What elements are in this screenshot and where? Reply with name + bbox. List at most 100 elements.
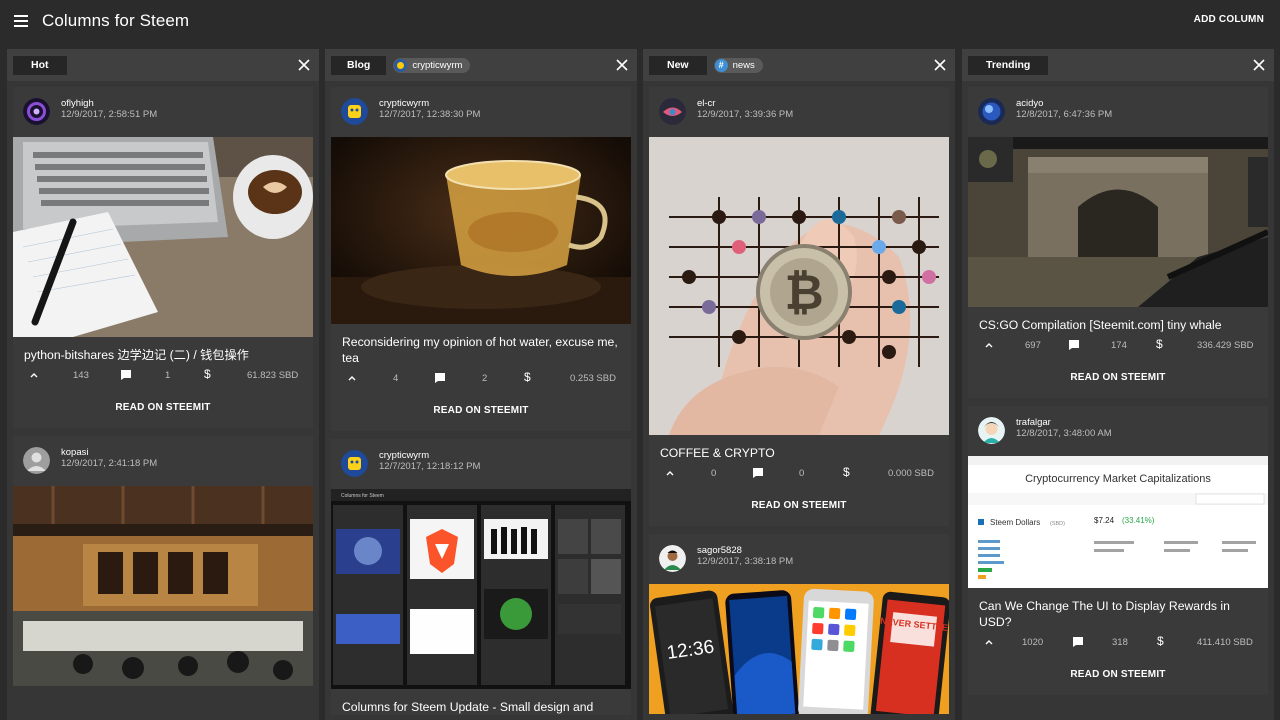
column-header: Blog crypticwyrm	[325, 49, 637, 81]
post-thumbnail[interactable]: 12:36 NEVER SETTLE	[649, 584, 949, 714]
post-card: acidyo 12/8/2017, 6:47:36 PM CS:GO Compi…	[968, 87, 1268, 398]
comment-count: 1	[165, 370, 171, 381]
post-card: oflyhigh 12/9/2017, 2:58:51 PM python-bi…	[13, 87, 313, 428]
post-card: kopasi 12/9/2017, 2:41:18 PM	[13, 436, 313, 686]
account-chip[interactable]: crypticwyrm	[393, 57, 471, 73]
thumb-brand-text: Columns for Steem	[341, 493, 384, 499]
close-column-icon[interactable]	[933, 58, 947, 72]
add-column-button[interactable]: ADD COLUMN	[1194, 14, 1264, 25]
author-name[interactable]: crypticwyrm	[379, 98, 429, 109]
column-header: Hot	[7, 49, 319, 81]
post-time: 12/9/2017, 2:58:51 PM	[61, 109, 158, 120]
column-title[interactable]: Hot	[13, 55, 67, 75]
post-stats: 1020 318 $ 411.410 SBD	[968, 631, 1268, 655]
author-avatar[interactable]	[659, 98, 686, 125]
comment-icon[interactable]	[1072, 636, 1084, 648]
read-on-steemit-button[interactable]: READ ON STEEMIT	[649, 486, 949, 526]
post-stats: 4 2 $ 0.253 SBD	[331, 367, 631, 391]
vote-count: 4	[393, 373, 399, 384]
post-time: 12/9/2017, 3:38:18 PM	[697, 556, 794, 567]
hashtag-icon: #	[714, 58, 728, 72]
author-avatar[interactable]	[23, 98, 50, 125]
dollar-icon: $	[843, 465, 850, 479]
comment-count: 2	[482, 373, 488, 384]
post-thumbnail[interactable]: Cryptocurrency Market Capitalizations St…	[968, 456, 1268, 588]
column-title[interactable]: Trending	[968, 55, 1049, 75]
author-avatar[interactable]	[341, 450, 368, 477]
author-name[interactable]: kopasi	[61, 447, 88, 458]
author-avatar[interactable]	[978, 417, 1005, 444]
menu-icon[interactable]	[0, 0, 42, 42]
coin-name-text: Steem Dollars	[990, 518, 1040, 527]
post-title[interactable]: Can We Change The UI to Display Rewards …	[968, 588, 1268, 630]
read-on-steemit-button[interactable]: READ ON STEEMIT	[968, 358, 1268, 398]
post-card: el-cr 12/9/2017, 3:39:36 PM ₿ COFFEE & C…	[649, 87, 949, 526]
payout-value: 0.000 SBD	[888, 468, 934, 479]
post-thumbnail[interactable]	[331, 137, 631, 324]
close-column-icon[interactable]	[297, 58, 311, 72]
coin-change-text: (33.41%)	[1122, 516, 1155, 525]
column-title[interactable]: New	[649, 55, 707, 75]
upvote-icon[interactable]	[983, 636, 995, 648]
author-name[interactable]: crypticwyrm	[379, 450, 429, 461]
close-column-icon[interactable]	[615, 58, 629, 72]
author-avatar[interactable]	[341, 98, 368, 125]
author-avatar[interactable]	[659, 545, 686, 572]
post-thumbnail[interactable]	[968, 137, 1268, 307]
post-thumbnail[interactable]: Columns for Steem	[331, 489, 631, 689]
column-title[interactable]: Blog	[331, 55, 387, 75]
app-toolbar: Columns for Steem ADD COLUMN	[0, 0, 1280, 42]
read-on-steemit-button[interactable]: READ ON STEEMIT	[968, 655, 1268, 695]
column-trending: Trending acidyo 12/8/2017, 6:47:36 PM CS…	[962, 49, 1274, 720]
tag-chip[interactable]: # news	[713, 57, 763, 73]
market-cap-title: Cryptocurrency Market Capitalizations	[1025, 473, 1211, 485]
vote-count: 0	[711, 468, 717, 479]
post-title[interactable]: Columns for Steem Update - Small design …	[331, 689, 631, 715]
post-card: crypticwyrm 12/7/2017, 12:38:30 PM Recon…	[331, 87, 631, 431]
upvote-icon[interactable]	[983, 339, 995, 351]
chip-label: crypticwyrm	[412, 59, 463, 71]
comment-icon[interactable]	[1068, 339, 1080, 351]
post-title[interactable]: COFFEE & CRYPTO	[649, 435, 949, 461]
payout-value: 411.410 SBD	[1197, 637, 1253, 648]
payout-value: 0.253 SBD	[570, 373, 616, 384]
comment-count: 318	[1112, 637, 1128, 648]
close-column-icon[interactable]	[1252, 58, 1266, 72]
read-on-steemit-button[interactable]: READ ON STEEMIT	[331, 391, 631, 431]
post-thumbnail[interactable]	[13, 137, 313, 337]
post-time: 12/7/2017, 12:38:30 PM	[379, 109, 481, 120]
post-thumbnail[interactable]: ₿	[649, 137, 949, 435]
post-card: crypticwyrm 12/7/2017, 12:18:12 PM Colum…	[331, 439, 631, 715]
author-name[interactable]: acidyo	[1016, 98, 1043, 109]
upvote-icon[interactable]	[28, 369, 40, 381]
upvote-icon[interactable]	[664, 467, 676, 479]
author-name[interactable]: sagor5828	[697, 545, 742, 556]
post-card: sagor5828 12/9/2017, 3:38:18 PM 12:36 NE…	[649, 534, 949, 714]
comment-icon[interactable]	[434, 372, 446, 384]
post-title[interactable]: Reconsidering my opinion of hot water, e…	[331, 324, 631, 366]
dollar-icon: $	[204, 367, 211, 381]
post-title[interactable]: python-bitshares 边学边记 (二) / 钱包操作	[13, 337, 313, 363]
author-avatar[interactable]	[23, 447, 50, 474]
coin-price-text: $7.24	[1094, 516, 1115, 525]
post-stats: 143 1 $ 61.823 SBD	[13, 364, 313, 388]
post-title[interactable]: CS:GO Compilation [Steemit.com] tiny wha…	[968, 307, 1268, 333]
author-name[interactable]: trafalgar	[1016, 417, 1051, 428]
author-name[interactable]: oflyhigh	[61, 98, 94, 109]
payout-value: 336.429 SBD	[1197, 340, 1254, 351]
author-name[interactable]: el-cr	[697, 98, 715, 109]
dollar-icon: $	[524, 370, 531, 384]
comment-icon[interactable]	[120, 369, 132, 381]
read-on-steemit-button[interactable]: READ ON STEEMIT	[13, 388, 313, 428]
vote-count: 697	[1025, 340, 1041, 351]
column-header: Trending	[962, 49, 1274, 81]
author-avatar[interactable]	[978, 98, 1005, 125]
post-stats: 0 0 $ 0.000 SBD	[649, 462, 949, 486]
upvote-icon[interactable]	[346, 372, 358, 384]
post-thumbnail[interactable]	[13, 486, 313, 686]
column-new: New # news el-cr 12/9/2017, 3:39:36 PM ₿…	[643, 49, 955, 720]
post-time: 12/7/2017, 12:18:12 PM	[379, 461, 481, 472]
comment-icon[interactable]	[752, 467, 764, 479]
dollar-icon: $	[1157, 634, 1164, 648]
payout-value: 61.823 SBD	[247, 370, 299, 381]
